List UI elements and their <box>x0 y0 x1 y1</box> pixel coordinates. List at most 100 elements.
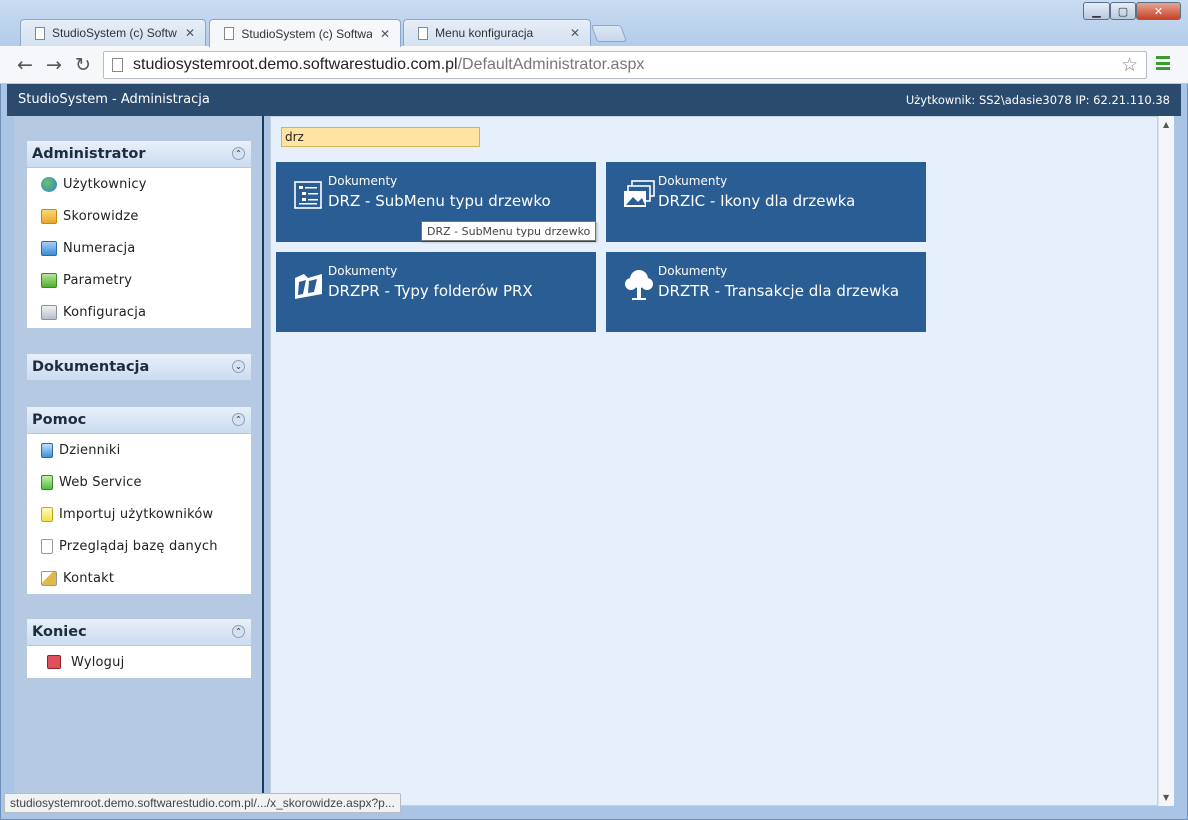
tile-drztr[interactable]: Dokumenty DRZTR - Transakcje dla drzewka <box>606 252 926 332</box>
sidebar-item-przegladaj[interactable]: Przeglądaj bazę danych <box>27 530 251 562</box>
sidebar-item-numeracja[interactable]: Numeracja <box>27 232 251 264</box>
sidebar-item-skorowidze[interactable]: Skorowidze <box>27 200 251 232</box>
close-tab-icon[interactable]: ✕ <box>380 27 390 41</box>
browser-toolbar: ← → ↻ studiosystemroot.demo.softwarestud… <box>0 46 1188 84</box>
url-host: studiosystemroot.demo.softwarestudio.com… <box>133 56 458 73</box>
status-bar: studiosystemroot.demo.softwarestudio.com… <box>4 793 401 813</box>
tab-strip: StudioSystem (c) Software ✕ StudioSystem… <box>0 0 1188 47</box>
collapse-icon[interactable]: ⌃ <box>232 413 245 426</box>
tree-list-icon <box>294 181 322 209</box>
panel-koniec: Koniec ⌃ Wyloguj <box>26 618 252 679</box>
sidebar-item-label: Parametry <box>63 272 133 288</box>
panel-header[interactable]: Administrator ⌃ <box>26 140 252 168</box>
browser-tab-3[interactable]: Menu konfiguracja ✕ <box>403 19 591 46</box>
tile-category: Dokumenty <box>658 264 728 278</box>
users-icon <box>41 176 57 192</box>
folder-green-icon <box>41 272 57 288</box>
search-input[interactable] <box>281 127 480 147</box>
panel-title: Dokumentacja <box>32 359 150 375</box>
tile-title: DRZ - SubMenu typu drzewko <box>328 192 551 210</box>
panel-title: Administrator <box>32 146 146 162</box>
tile-category: Dokumenty <box>658 174 728 188</box>
document-blue-icon <box>41 442 53 458</box>
tile-title: DRZTR - Transakcje dla drzewka <box>658 282 900 300</box>
tab-label: StudioSystem (c) Software <box>52 26 177 40</box>
folder-types-icon <box>295 274 322 299</box>
close-tab-icon[interactable]: ✕ <box>570 26 580 40</box>
sidebar-item-label: Kontakt <box>63 570 115 586</box>
new-tab-button[interactable] <box>590 25 628 42</box>
sidebar-item-label: Przeglądaj bazę danych <box>59 538 218 554</box>
browser-tab-1[interactable]: StudioSystem (c) Software ✕ <box>20 19 206 46</box>
document-green-icon <box>41 474 53 490</box>
page-icon <box>418 26 429 40</box>
collapse-icon[interactable]: ⌃ <box>232 625 245 638</box>
sidebar-item-web-service[interactable]: Web Service <box>27 466 251 498</box>
panel-header[interactable]: Dokumentacja ⌄ <box>26 353 252 381</box>
sidebar-item-label: Wyloguj <box>71 654 125 670</box>
expand-icon[interactable]: ⌄ <box>232 360 245 373</box>
sidebar-item-parametry[interactable]: Parametry <box>27 264 251 296</box>
sidebar-item-label: Dzienniki <box>59 442 121 458</box>
page-icon <box>35 26 46 40</box>
panel-header[interactable]: Koniec ⌃ <box>26 618 252 646</box>
tooltip: DRZ - SubMenu typu drzewko <box>421 221 597 241</box>
browser-tab-2[interactable]: StudioSystem (c) Software ✕ <box>209 19 401 47</box>
document-yellow-icon <box>41 506 53 522</box>
sidebar-item-label: Użytkownicy <box>63 176 147 192</box>
browser-menu-button[interactable] <box>1156 56 1170 70</box>
panel-dokumentacja: Dokumentacja ⌄ <box>26 353 252 381</box>
tile-title: DRZIC - Ikony dla drzewka <box>658 192 856 210</box>
tab-label: Menu konfiguracja <box>435 26 534 40</box>
maximize-button[interactable]: ▢ <box>1110 2 1136 20</box>
close-tab-icon[interactable]: ✕ <box>185 26 195 40</box>
tree-icon <box>625 270 653 300</box>
sidebar-item-uzytkownicy[interactable]: Użytkownicy <box>27 168 251 200</box>
sidebar-item-label: Konfiguracja <box>63 304 147 320</box>
reload-button[interactable]: ↻ <box>71 53 95 77</box>
page-icon <box>224 27 235 40</box>
app-header: StudioSystem - Administracja Użytkownik:… <box>7 84 1181 116</box>
url-path: /DefaultAdministrator.aspx <box>457 56 645 73</box>
panel-administrator: Administrator ⌃ Użytkownicy Skorowidze N… <box>26 140 252 329</box>
contact-icon <box>41 570 57 586</box>
folder-gray-icon <box>41 304 57 320</box>
folder-blue-icon <box>41 240 57 256</box>
sidebar-item-label: Web Service <box>59 474 142 490</box>
sidebar: Administrator ⌃ Użytkownicy Skorowidze N… <box>14 116 264 806</box>
tile-title: DRZPR - Typy folderów PRX <box>328 282 533 300</box>
scroll-up-icon[interactable]: ▲ <box>1163 120 1169 129</box>
folder-icon <box>41 208 57 224</box>
document-icon <box>41 538 53 554</box>
forward-button[interactable]: → <box>42 53 66 77</box>
bookmark-star-icon[interactable]: ☆ <box>1121 54 1138 77</box>
tile-drzpr[interactable]: Dokumenty DRZPR - Typy folderów PRX <box>276 252 596 332</box>
tab-label: StudioSystem (c) Software <box>241 26 372 41</box>
tile-drzic[interactable]: Dokumenty DRZIC - Ikony dla drzewka <box>606 162 926 242</box>
tile-category: Dokumenty <box>328 174 398 188</box>
sidebar-item-wyloguj[interactable]: Wyloguj <box>27 646 251 678</box>
close-window-button[interactable]: ✕ <box>1136 2 1181 20</box>
minimize-button[interactable]: ▁ <box>1083 2 1110 20</box>
tile-category: Dokumenty <box>328 264 398 278</box>
vertical-scrollbar[interactable]: ▲ ▼ <box>1158 116 1174 806</box>
address-bar[interactable]: studiosystemroot.demo.softwarestudio.com… <box>103 51 1147 79</box>
user-info: Użytkownik: SS2\adasie3078 IP: 62.21.110… <box>905 93 1170 107</box>
back-button[interactable]: ← <box>13 53 37 77</box>
sidebar-item-konfiguracja[interactable]: Konfiguracja <box>27 296 251 328</box>
sidebar-item-importuj[interactable]: Importuj użytkowników <box>27 498 251 530</box>
main-content: Dokumenty DRZ - SubMenu typu drzewko Dok… <box>270 116 1158 806</box>
sidebar-item-dzienniki[interactable]: Dzienniki <box>27 434 251 466</box>
scroll-down-icon[interactable]: ▼ <box>1163 793 1169 802</box>
stacked-images-icon <box>624 180 655 207</box>
sidebar-item-kontakt[interactable]: Kontakt <box>27 562 251 594</box>
panel-title: Pomoc <box>32 412 87 428</box>
logout-icon <box>47 655 61 669</box>
app-title: StudioSystem - Administracja <box>18 92 210 107</box>
sidebar-item-label: Importuj użytkowników <box>59 506 214 522</box>
sidebar-item-label: Numeracja <box>63 240 136 256</box>
panel-header[interactable]: Pomoc ⌃ <box>26 406 252 434</box>
page-icon <box>112 58 123 72</box>
sidebar-item-label: Skorowidze <box>63 208 139 224</box>
collapse-icon[interactable]: ⌃ <box>232 147 245 160</box>
